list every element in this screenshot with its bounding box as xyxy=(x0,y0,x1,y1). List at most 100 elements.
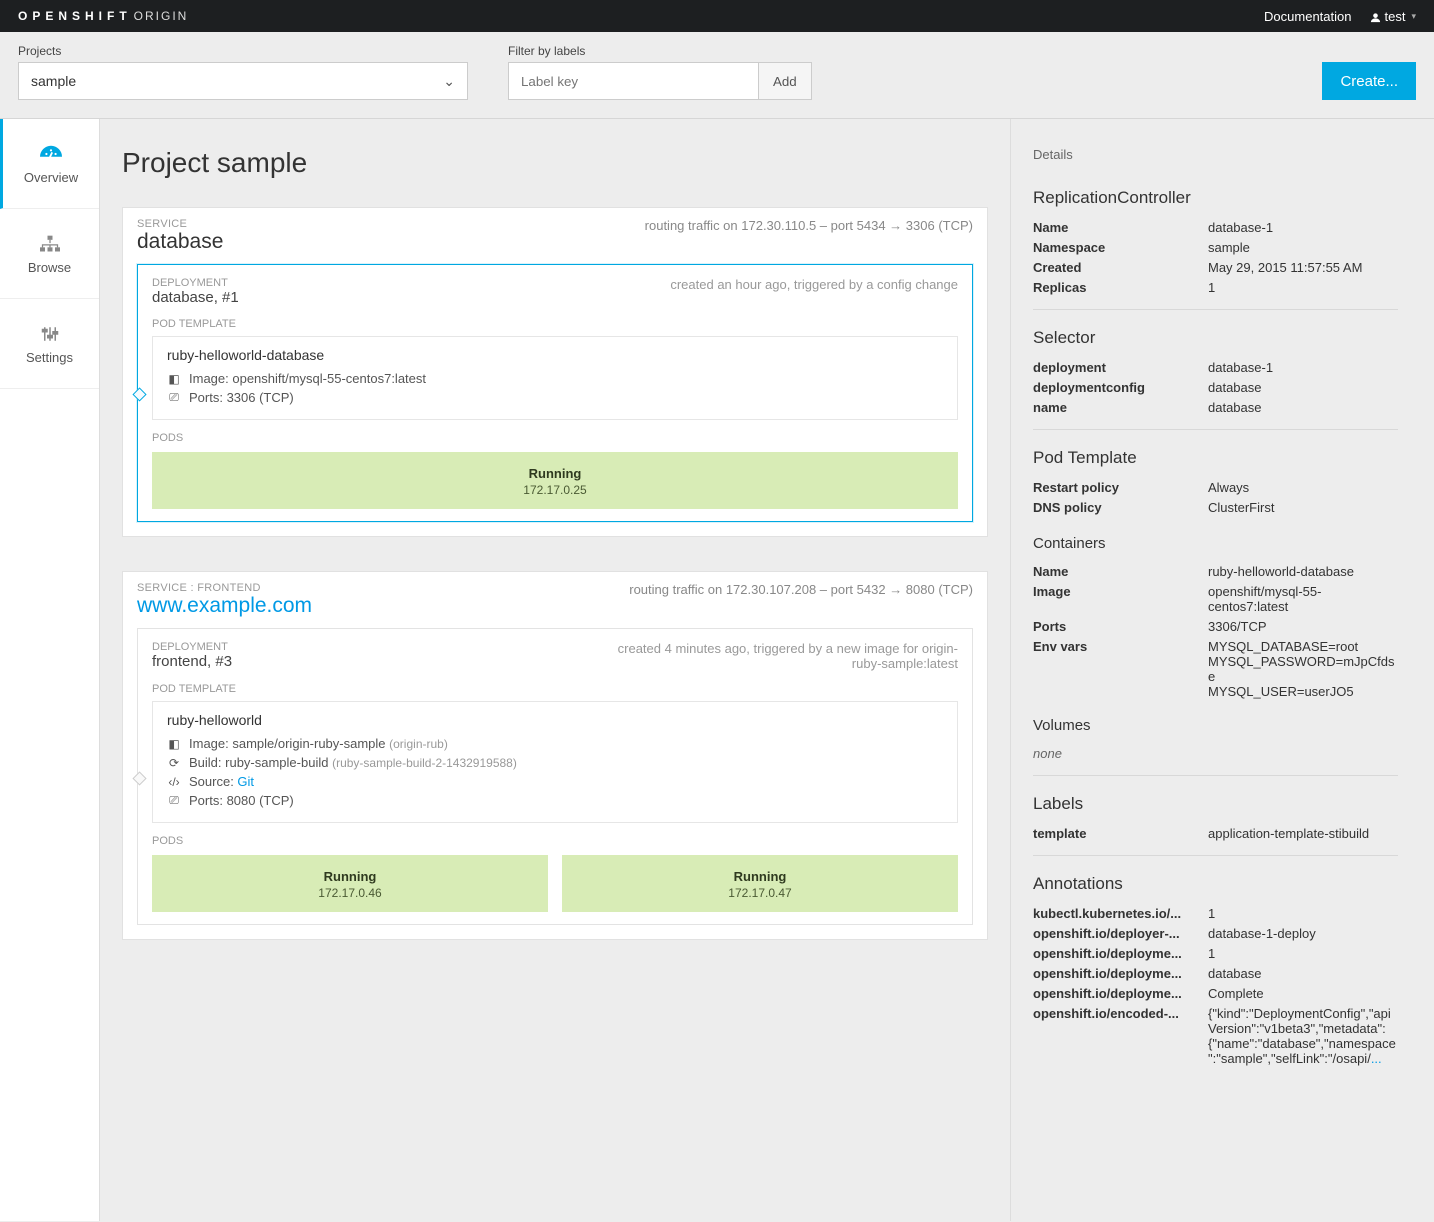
pod-template-box: ruby-helloworld ◧ Image: sample/origin-ru… xyxy=(152,701,958,823)
pod-tile[interactable]: Running 172.17.0.47 xyxy=(562,855,958,912)
service-kicker: SERVICE xyxy=(137,218,223,230)
section-containers: Containers xyxy=(1033,535,1398,552)
deployment-card[interactable]: DEPLOYMENT frontend, #3 created 4 minute… xyxy=(137,628,973,925)
kv-value: Complete xyxy=(1208,986,1398,1001)
kv-key: DNS policy xyxy=(1033,500,1208,515)
pod-template-ports: Ports: 3306 (TCP) xyxy=(189,390,294,405)
kv-key: openshift.io/deployme... xyxy=(1033,946,1208,961)
kv-value: 1 xyxy=(1208,280,1398,295)
kv-key: Env vars xyxy=(1033,639,1208,699)
content: Project sample SERVICE database routing … xyxy=(100,119,1010,1221)
cube-icon: ◧ xyxy=(167,737,181,751)
port-icon: ⎚ xyxy=(167,390,181,405)
kv-key: openshift.io/deployme... xyxy=(1033,986,1208,1001)
sidebar-item-settings[interactable]: Settings xyxy=(0,299,99,389)
kv-key: Image xyxy=(1033,584,1208,614)
kv-value: {"kind":"DeploymentConfig","apiVersion":… xyxy=(1208,1006,1398,1066)
kv-value: database-1-deploy xyxy=(1208,926,1398,941)
project-select[interactable]: sample ⌄ xyxy=(18,62,468,100)
pod-state: Running xyxy=(152,466,958,481)
kv-value: 1 xyxy=(1208,946,1398,961)
sitemap-icon xyxy=(40,233,60,254)
section-replicationcontroller: ReplicationController xyxy=(1033,188,1398,208)
pod-template-box: ruby-helloworld-database ◧Image: openshi… xyxy=(152,336,958,420)
annotation-more-link[interactable]: ... xyxy=(1371,1051,1382,1066)
section-pod-template: Pod Template xyxy=(1033,448,1398,468)
pod-template-image: Image: sample/origin-ruby-sample (origin… xyxy=(189,736,448,751)
add-label-button[interactable]: Add xyxy=(758,62,812,100)
service-kicker: SERVICE : FRONTEND xyxy=(137,582,312,594)
section-annotations: Annotations xyxy=(1033,874,1398,894)
pod-template-build: Build: ruby-sample-build (ruby-sample-bu… xyxy=(189,755,517,770)
brand: OPENSHIFTORIGIN xyxy=(18,9,188,23)
pod-tile[interactable]: Running 172.17.0.25 xyxy=(152,452,958,509)
kv-key: kubectl.kubernetes.io/... xyxy=(1033,906,1208,921)
label-key-input[interactable] xyxy=(508,62,758,100)
kv-key: openshift.io/deployme... xyxy=(1033,966,1208,981)
kv-value: 3306/TCP xyxy=(1208,619,1398,634)
user-menu[interactable]: test ▾ xyxy=(1370,9,1417,24)
kv-value: openshift/mysql-55-centos7:latest xyxy=(1208,584,1398,614)
create-button[interactable]: Create... xyxy=(1322,62,1416,100)
kv-key: openshift.io/deployer-... xyxy=(1033,926,1208,941)
service-route: routing traffic on 172.30.110.5 – port 5… xyxy=(645,218,973,233)
pod-state: Running xyxy=(152,869,548,884)
volumes-none: none xyxy=(1033,746,1398,761)
kv-value: database xyxy=(1208,400,1398,415)
sliders-icon xyxy=(41,323,59,344)
pod-tile[interactable]: Running 172.17.0.46 xyxy=(152,855,548,912)
deployment-kicker: DEPLOYMENT xyxy=(152,277,239,289)
toolbar: Projects sample ⌄ Filter by labels Add C… xyxy=(0,32,1434,119)
kv-value: MYSQL_DATABASE=rootMYSQL_PASSWORD=mJpCfd… xyxy=(1208,639,1398,699)
kv-key: Namespace xyxy=(1033,240,1208,255)
kv-key: Name xyxy=(1033,564,1208,579)
service-url-link[interactable]: www.example.com xyxy=(137,594,312,618)
kv-key: deploymentconfig xyxy=(1033,380,1208,395)
kv-value: application-template-stibuild xyxy=(1208,826,1398,841)
user-name: test xyxy=(1385,9,1406,24)
kv-key: deployment xyxy=(1033,360,1208,375)
kv-value: ClusterFirst xyxy=(1208,500,1398,515)
kv-key: Name xyxy=(1033,220,1208,235)
kv-key: openshift.io/encoded-... xyxy=(1033,1006,1208,1066)
kv-value: database xyxy=(1208,966,1398,981)
kv-value: May 29, 2015 11:57:55 AM xyxy=(1208,260,1398,275)
sidebar-item-overview[interactable]: Overview xyxy=(0,119,99,209)
kv-key: Replicas xyxy=(1033,280,1208,295)
code-icon: ‹/› xyxy=(167,775,181,789)
pod-template-image: Image: openshift/mysql-55-centos7:latest xyxy=(189,371,426,386)
pod-ip: 172.17.0.46 xyxy=(152,886,548,900)
chevron-down-icon: ▾ xyxy=(1411,11,1416,22)
deployment-card[interactable]: DEPLOYMENT database, #1 created an hour … xyxy=(137,264,973,522)
sidebar: Overview Browse Settings xyxy=(0,119,100,1221)
kv-value: database-1 xyxy=(1208,220,1398,235)
kv-key: Restart policy xyxy=(1033,480,1208,495)
pods-label: PODS xyxy=(152,432,958,444)
pod-ip: 172.17.0.25 xyxy=(152,483,958,497)
pod-ip: 172.17.0.47 xyxy=(562,886,958,900)
brand-bold: OPENSHIFT xyxy=(18,9,132,23)
kv-value: ruby-helloworld-database xyxy=(1208,564,1398,579)
section-selector: Selector xyxy=(1033,328,1398,348)
documentation-link[interactable]: Documentation xyxy=(1264,9,1351,24)
kv-key: name xyxy=(1033,400,1208,415)
filter-label: Filter by labels xyxy=(508,44,812,58)
port-icon: ⎚ xyxy=(167,793,181,808)
pods-label: PODS xyxy=(152,835,958,847)
sidebar-item-browse[interactable]: Browse xyxy=(0,209,99,299)
kv-value: database-1 xyxy=(1208,360,1398,375)
kv-key: Ports xyxy=(1033,619,1208,634)
kv-value: 1 xyxy=(1208,906,1398,921)
kv-value: sample xyxy=(1208,240,1398,255)
section-labels: Labels xyxy=(1033,794,1398,814)
pod-template-title: ruby-helloworld xyxy=(167,712,943,728)
chevron-down-icon: ⌄ xyxy=(443,73,455,90)
pod-template-ports: Ports: 8080 (TCP) xyxy=(189,793,294,808)
source-git-link[interactable]: Git xyxy=(237,774,254,789)
deployment-kicker: DEPLOYMENT xyxy=(152,641,232,653)
brand-light: ORIGIN xyxy=(134,9,189,23)
service-name: database xyxy=(137,230,223,254)
details-panel: Details ReplicationController Namedataba… xyxy=(1010,119,1420,1221)
deployment-name: database, #1 xyxy=(152,289,239,306)
kv-value: database xyxy=(1208,380,1398,395)
